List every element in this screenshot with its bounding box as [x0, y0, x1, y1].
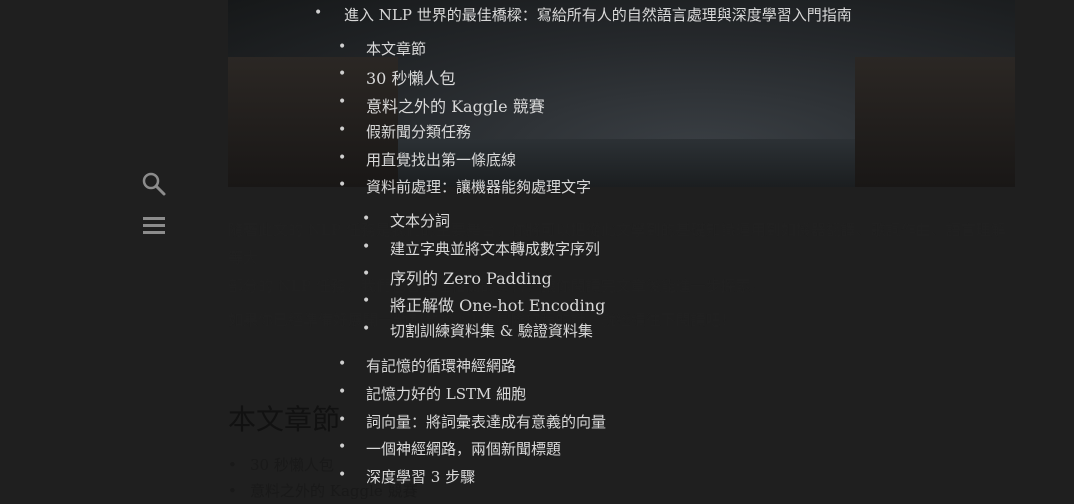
- toc-item[interactable]: • 資料前處理：讓機器能夠處理文字: [338, 176, 591, 197]
- toc-item[interactable]: • 一個神經網路，兩個新聞標題: [338, 438, 561, 459]
- toc-subitem[interactable]: • 將正解做 One-hot Encoding: [362, 292, 605, 316]
- toc-subitem[interactable]: • 文本分詞: [362, 210, 450, 231]
- toc-item[interactable]: • 意料之外的 Kaggle 競賽: [338, 93, 545, 117]
- toc-item[interactable]: • 假新聞分類任務: [338, 121, 471, 142]
- call-to-action-paragraph: 如果你已經準備好展開一趟刺激的 NLP 冒險旅程的話，就繼續往下閱讀吧！: [228, 311, 736, 329]
- toc-title[interactable]: • 進入 NLP 世界的最佳橋樑：寫給所有人的自然語言處理與深度學習入門指南: [314, 4, 852, 25]
- toc-subitem[interactable]: • 切割訓練資料集 & 驗證資料集: [362, 320, 593, 341]
- section-title: 本文章節: [228, 403, 341, 436]
- toc-item[interactable]: • 深度學習 3 步驟: [338, 466, 475, 487]
- toc-item[interactable]: • 詞向量：將詞彙表達成有意義的向量: [338, 411, 606, 432]
- menu-icon[interactable]: [140, 212, 168, 240]
- toc-item[interactable]: • 記憶力好的 LSTM 細胞: [338, 383, 526, 404]
- toc-item[interactable]: • 30 秒懶人包: [338, 65, 455, 89]
- search-icon[interactable]: [140, 170, 168, 198]
- toc-subitem[interactable]: • 序列的 Zero Padding: [362, 265, 552, 289]
- toc-item[interactable]: • 有記憶的循環神經網路: [338, 355, 516, 376]
- intro-paragraph: 隨著此文的 NLP 任務是我們的主要舞台，你將可以把從此文學到的基礎知識運用到如…: [228, 221, 1006, 295]
- toc-subitem[interactable]: • 建立字典並將文本轉成數字序列: [362, 238, 600, 259]
- toc-item[interactable]: • 本文章節: [338, 38, 426, 59]
- toc-item[interactable]: • 用直覺找出第一條底線: [338, 149, 516, 170]
